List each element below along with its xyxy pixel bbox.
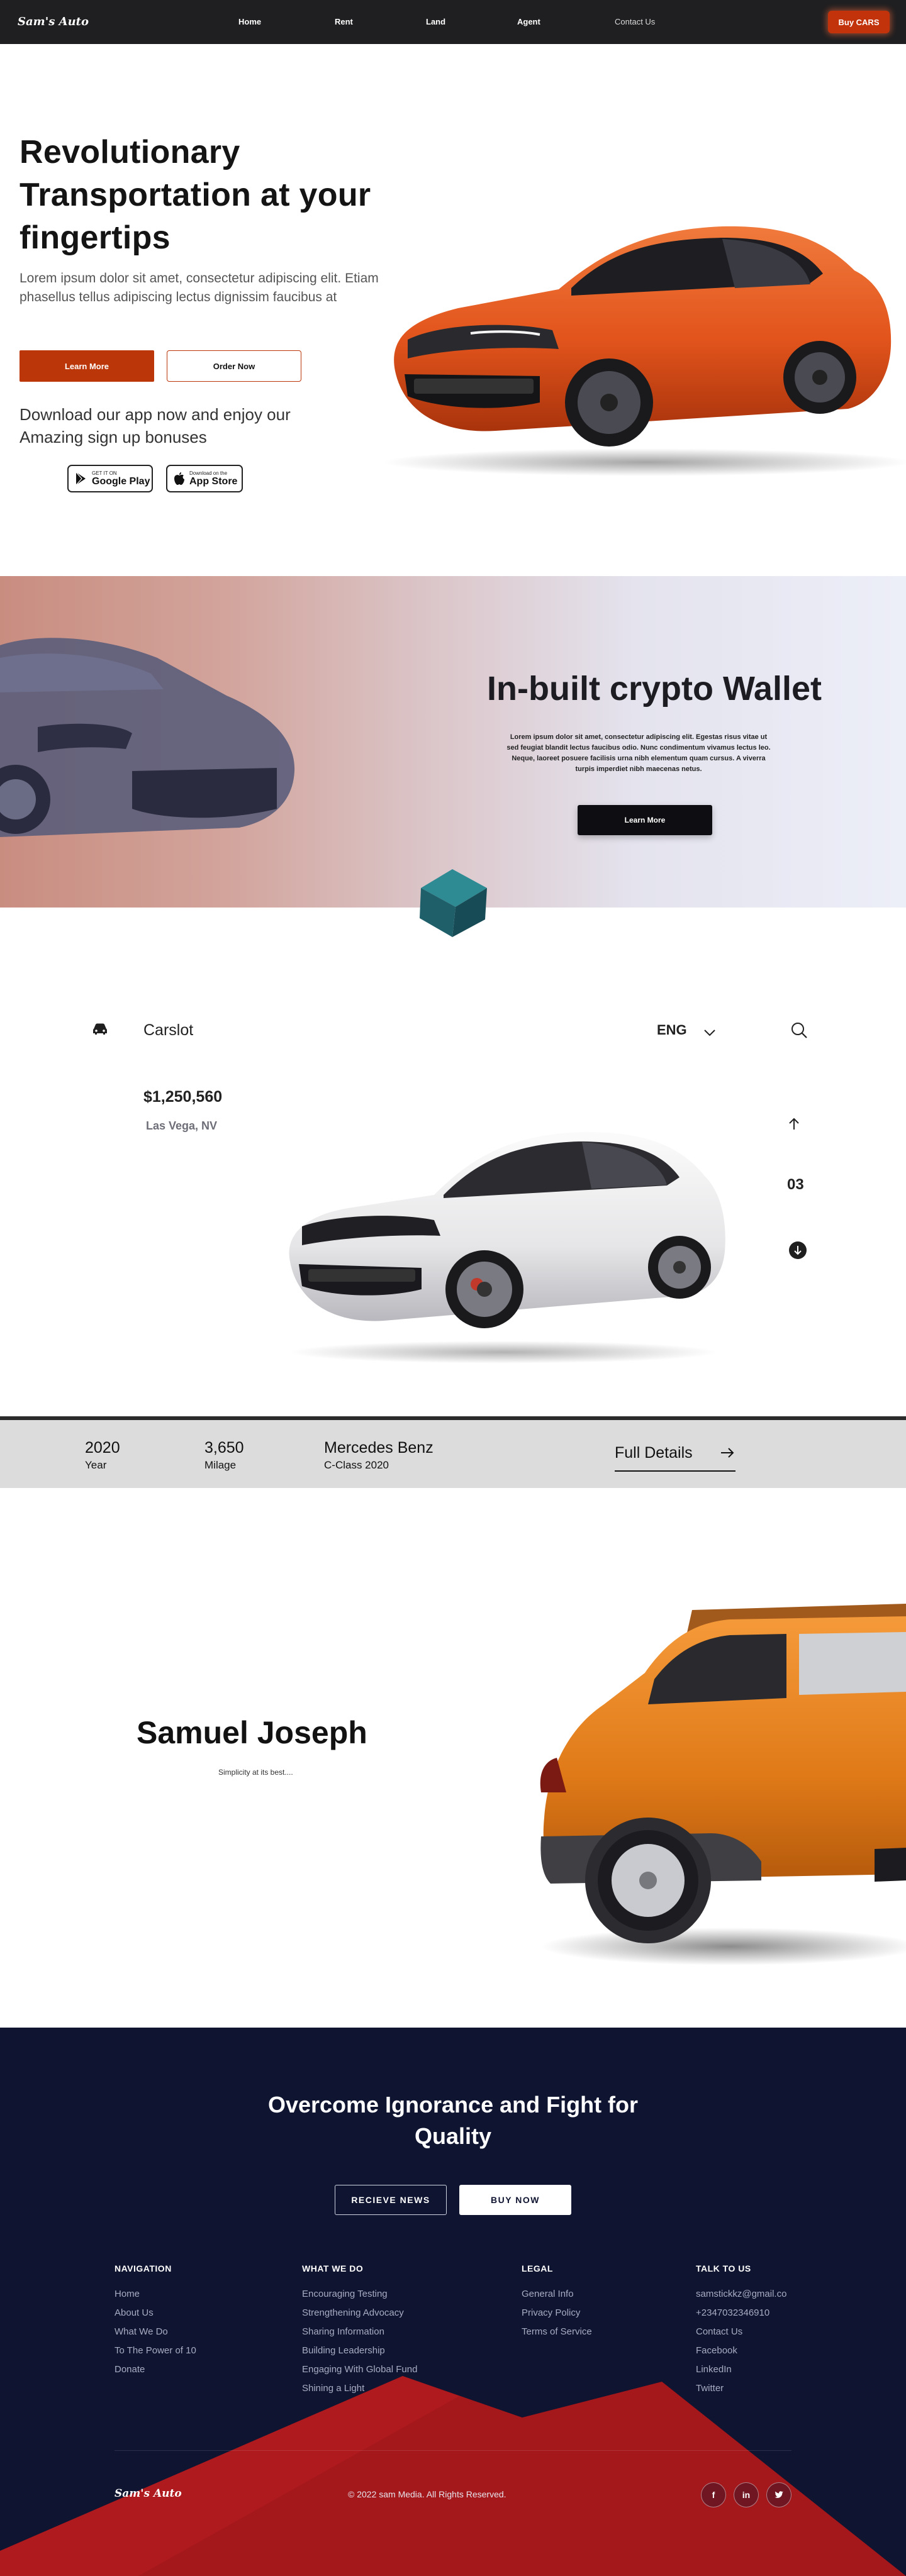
footer-column-what-we-do: WHAT WE DO Encouraging Testing Strengthe… bbox=[302, 2263, 417, 2402]
footer-link[interactable]: Shining a Light bbox=[302, 2383, 417, 2402]
specs-bar: 2020 Year 3,650 Milage Mercedes Benz C-C… bbox=[0, 1416, 906, 1488]
navbar: Sam's Auto Home Rent Land Agent Contact … bbox=[0, 0, 906, 44]
facebook-icon[interactable]: f bbox=[701, 2482, 726, 2507]
car-location: Las Vega, NV bbox=[146, 1119, 218, 1132]
featured-car-image bbox=[289, 1131, 725, 1363]
footer-link[interactable]: Engaging With Global Fund bbox=[302, 2364, 417, 2383]
footer-link[interactable]: Home bbox=[115, 2289, 196, 2307]
orange-suv-image bbox=[540, 1604, 906, 1965]
full-details-link[interactable]: Full Details bbox=[615, 1444, 693, 1462]
linkedin-icon[interactable]: in bbox=[734, 2482, 759, 2507]
footer-link[interactable]: Strengthening Advocacy bbox=[302, 2307, 417, 2326]
google-play-label: Google Play bbox=[92, 475, 150, 487]
footer-link[interactable]: Encouraging Testing bbox=[302, 2289, 417, 2307]
slide-number: 03 bbox=[787, 1176, 804, 1193]
footer-column-talk-to-us: TALK TO US samstickkz@gmail.co +23470323… bbox=[696, 2263, 786, 2402]
footer-column-title: LEGAL bbox=[522, 2263, 553, 2273]
google-play-button[interactable]: GET IT ON Google Play bbox=[67, 465, 153, 492]
footer-link[interactable]: Privacy Policy bbox=[522, 2307, 592, 2326]
footer: Overcome Ignorance and Fight for Quality… bbox=[0, 2028, 906, 2576]
hero-description: Lorem ipsum dolor sit amet, consectetur … bbox=[20, 271, 379, 304]
footer-column-legal: LEGAL General Info Privacy Policy Terms … bbox=[522, 2263, 592, 2345]
footer-link[interactable]: Building Leadership bbox=[302, 2345, 417, 2364]
nav-link-agent[interactable]: Agent bbox=[517, 17, 540, 26]
mileage-label: Milage bbox=[204, 1459, 237, 1471]
twitter-bird-icon bbox=[775, 2491, 783, 2498]
copyright-text: © 2022 sam Media. All Rights Reserved. bbox=[348, 2489, 506, 2499]
footer-link[interactable]: Donate bbox=[115, 2364, 196, 2383]
footer-divider bbox=[115, 2450, 791, 2451]
crypto-description: Lorem ipsum dolor sit amet, consectetur … bbox=[506, 733, 771, 773]
footer-link[interactable]: Facebook bbox=[696, 2345, 786, 2364]
footer-link[interactable]: What We Do bbox=[115, 2326, 196, 2345]
app-store-button[interactable]: Download on the App Store bbox=[166, 465, 243, 492]
person-tagline: Simplicity at its best.... bbox=[218, 1768, 293, 1777]
arrow-up-icon[interactable] bbox=[788, 1117, 800, 1131]
car-price: $1,250,560 bbox=[143, 1088, 223, 1106]
footer-link[interactable]: To The Power of 10 bbox=[115, 2345, 196, 2364]
nav-link-home[interactable]: Home bbox=[238, 17, 261, 26]
search-icon[interactable] bbox=[790, 1021, 808, 1039]
order-now-button[interactable]: Order Now bbox=[167, 350, 301, 382]
model-label: C-Class 2020 bbox=[324, 1459, 389, 1471]
footer-brand-logo[interactable]: Sam's Auto bbox=[115, 2487, 182, 2500]
crypto-car-image bbox=[0, 638, 295, 837]
footer-link[interactable]: LinkedIn bbox=[696, 2364, 786, 2383]
crypto-title: In-built crypto Wallet bbox=[487, 670, 822, 708]
receive-news-button[interactable]: RECIEVE NEWS bbox=[335, 2185, 447, 2215]
footer-link[interactable]: Sharing Information bbox=[302, 2326, 417, 2345]
chevron-down-icon[interactable] bbox=[703, 1029, 716, 1036]
footer-column-navigation: NAVIGATION Home About Us What We Do To T… bbox=[115, 2263, 196, 2383]
nav-link-rent[interactable]: Rent bbox=[335, 17, 353, 26]
google-play-icon bbox=[76, 472, 86, 486]
footer-link[interactable]: Twitter bbox=[696, 2383, 786, 2402]
crypto-banner: In-built crypto Wallet Lorem ipsum dolor… bbox=[0, 576, 906, 908]
cube-graphic bbox=[420, 869, 487, 937]
nav-link-contact[interactable]: Contact Us bbox=[615, 17, 655, 26]
footer-headline: Overcome Ignorance and Fight for Quality bbox=[267, 2092, 639, 2149]
google-play-caption: GET IT ON bbox=[92, 470, 117, 476]
footer-column-title: WHAT WE DO bbox=[302, 2263, 364, 2273]
model-value: Mercedes Benz bbox=[324, 1439, 433, 1457]
mileage-value: 3,650 bbox=[204, 1439, 244, 1457]
app-store-caption: Download on the bbox=[189, 470, 228, 476]
app-store-label: App Store bbox=[189, 475, 238, 487]
arrow-down-circle-icon[interactable] bbox=[788, 1241, 807, 1260]
brand-logo[interactable]: Sam's Auto bbox=[18, 15, 89, 28]
twitter-icon[interactable] bbox=[766, 2482, 791, 2507]
buy-cars-button[interactable]: Buy CARS bbox=[828, 11, 890, 33]
person-name: Samuel Joseph bbox=[137, 1715, 367, 1750]
hero-car-image bbox=[383, 226, 906, 476]
footer-email[interactable]: samstickkz@gmail.co bbox=[696, 2289, 786, 2307]
car-icon bbox=[93, 1023, 107, 1035]
arrow-right-icon[interactable] bbox=[720, 1446, 735, 1459]
footer-link[interactable]: Terms of Service bbox=[522, 2326, 592, 2345]
footer-phone[interactable]: +2347032346910 bbox=[696, 2307, 786, 2326]
full-details-underline bbox=[615, 1470, 735, 1472]
year-value: 2020 bbox=[85, 1439, 120, 1457]
buy-now-button[interactable]: BUY NOW bbox=[459, 2185, 571, 2215]
footer-link[interactable]: About Us bbox=[115, 2307, 196, 2326]
carslot-brand[interactable]: Carslot bbox=[143, 1021, 193, 1040]
language-select[interactable]: ENG bbox=[657, 1022, 687, 1038]
footer-column-title: NAVIGATION bbox=[115, 2263, 172, 2273]
crypto-learn-more-button[interactable]: Learn More bbox=[578, 805, 712, 835]
footer-link[interactable]: Contact Us bbox=[696, 2326, 786, 2345]
learn-more-button[interactable]: Learn More bbox=[20, 350, 154, 382]
nav-link-land[interactable]: Land bbox=[426, 17, 445, 26]
hero-title: Revolutionary Transportation at your fin… bbox=[20, 134, 371, 256]
app-promo-text: Download our app now and enjoy our Amazi… bbox=[20, 405, 291, 447]
year-label: Year bbox=[85, 1459, 107, 1471]
footer-link[interactable]: General Info bbox=[522, 2289, 592, 2307]
apple-icon bbox=[174, 472, 184, 485]
footer-column-title: TALK TO US bbox=[696, 2263, 751, 2273]
